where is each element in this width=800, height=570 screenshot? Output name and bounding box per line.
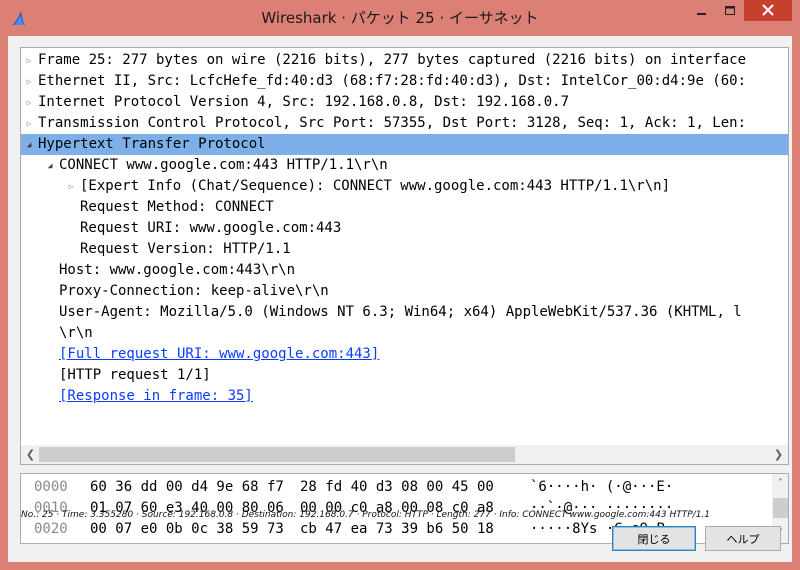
tree-row[interactable]: User-Agent: Mozilla/5.0 (Windows NT 6.3;… [21,302,788,323]
tree-row-label: Host: www.google.com:443\r\n [59,262,296,278]
tree-row[interactable]: [Full request URI: www.google.com:443] [21,344,788,365]
tree-row[interactable]: Proxy-Connection: keep-alive\r\n [21,281,788,302]
window-title: Wireshark · パケット 25 · イーサネット [261,9,539,27]
collapsed-arrow-icon[interactable]: ▷ [23,113,35,134]
tree-row-label: Transmission Control Protocol, Src Port:… [38,115,747,131]
collapsed-arrow-icon[interactable]: ▷ [23,71,35,92]
minimize-button[interactable] [688,0,716,21]
tree-row[interactable]: Request Version: HTTP/1.1 [21,239,788,260]
scroll-up-icon[interactable]: ˄ [772,475,788,492]
tree-row[interactable]: ▷ Ethernet II, Src: LcfcHefe_fd:40:d3 (68… [21,71,788,92]
tree-row-link[interactable]: [Response in frame: 35] [59,386,253,407]
tree-row[interactable]: Host: www.google.com:443\r\n [21,260,788,281]
close-icon [762,1,774,20]
tree-row-label: Request Version: HTTP/1.1 [80,241,291,257]
tree-row-label: User-Agent: Mozilla/5.0 (Windows NT 6.3;… [59,304,742,320]
tree-row-label: [Expert Info (Chat/Sequence): CONNECT ww… [80,178,671,194]
collapsed-arrow-icon[interactable]: ▷ [23,50,35,71]
tree-row-link[interactable]: [Full request URI: www.google.com:443] [59,344,379,365]
scroll-left-icon[interactable]: ❮ [22,446,39,463]
maximize-button[interactable] [716,0,744,21]
tree-row[interactable]: \r\n [21,323,788,344]
tree-row[interactable]: Request Method: CONNECT [21,197,788,218]
tree-row[interactable]: [HTTP request 1/1] [21,365,788,386]
tree-row-label: Request URI: www.google.com:443 [80,220,342,236]
tree-row-label: CONNECT www.google.com:443 HTTP/1.1\r\n [59,157,388,173]
tree-row[interactable]: [Response in frame: 35] [21,386,788,407]
collapsed-arrow-icon[interactable]: ▷ [23,92,35,113]
hex-offset: 0020 [34,521,68,537]
packet-detail-window: Wireshark · パケット 25 · イーサネット [Response i… [0,0,800,570]
tree-row-label: Internet Protocol Version 4, Src: 192.16… [38,94,570,110]
tree-row-label: Request Method: CONNECT [80,199,274,215]
tree-row-label: Ethernet II, Src: LcfcHefe_fd:40:d3 (68:… [38,73,747,89]
tree-row-label: Frame 25: 277 bytes on wire (2216 bits),… [38,52,747,68]
expanded-arrow-icon[interactable]: ◢ [23,134,35,155]
title-bar[interactable]: Wireshark · パケット 25 · イーサネット [0,0,800,36]
hex-row[interactable]: 0000 60 36 dd 00 d4 9e 68 f7 28 fd 40 d3 0… [21,477,781,498]
hex-offset: 0000 [34,479,68,495]
tree-row-label: Proxy-Connection: keep-alive\r\n [59,283,329,299]
collapsed-arrow-icon[interactable]: ▷ [65,176,77,197]
dialog-client-area: [Response in frame: 35] [HTTP request 1/1… [8,36,792,562]
tree-row[interactable]: ▷ Frame 25: 277 bytes on wire (2216 bits)… [21,50,788,71]
close-button[interactable]: 閉じる [612,526,696,551]
expanded-arrow-icon[interactable]: ◢ [44,155,56,176]
hex-bytes-right: 28 fd 40 d3 08 00 45 00 [300,479,494,495]
help-button[interactable]: ヘルプ [705,526,781,551]
scrollbar-thumb[interactable] [39,447,515,462]
scroll-right-icon[interactable]: ❯ [770,446,787,463]
tree-row[interactable]: ◢ CONNECT www.google.com:443 HTTP/1.1\r\n [21,155,788,176]
minimize-icon [697,1,707,20]
packet-summary-status: No.: 25 · Time: 3.355280 · Source: 192.1… [21,510,711,520]
hex-bytes-left: 60 36 dd 00 d4 9e 68 f7 [90,479,284,495]
tree-row[interactable]: ◢ Hypertext Transfer Protocol [21,134,788,155]
horizontal-scrollbar[interactable]: ❮ ❯ [21,445,788,464]
tree-row[interactable]: ▷ Transmission Control Protocol, Src Port… [21,113,788,134]
maximize-icon [724,1,736,20]
tree-row[interactable]: Request URI: www.google.com:443 [21,218,788,239]
close-window-button[interactable] [744,0,792,21]
tree-row[interactable]: ▷ [Expert Info (Chat/Sequence): CONNECT w… [21,176,788,197]
hex-ascii: `6····h· (·@···E· [530,479,674,495]
hex-bytes-right: cb 47 ea 73 39 b6 50 18 [300,521,494,537]
hex-bytes-left: 00 07 e0 0b 0c 38 59 73 [90,521,284,537]
tree-row[interactable]: ▷ Internet Protocol Version 4, Src: 192.1… [21,92,788,113]
tree-row-label: Hypertext Transfer Protocol [38,136,266,152]
scrollbar-thumb[interactable] [773,498,788,518]
tree-row-label: \r\n [59,325,93,341]
packet-detail-tree[interactable]: [Response in frame: 35] [HTTP request 1/1… [20,47,789,465]
tree-row-label: [HTTP request 1/1] [59,367,211,383]
